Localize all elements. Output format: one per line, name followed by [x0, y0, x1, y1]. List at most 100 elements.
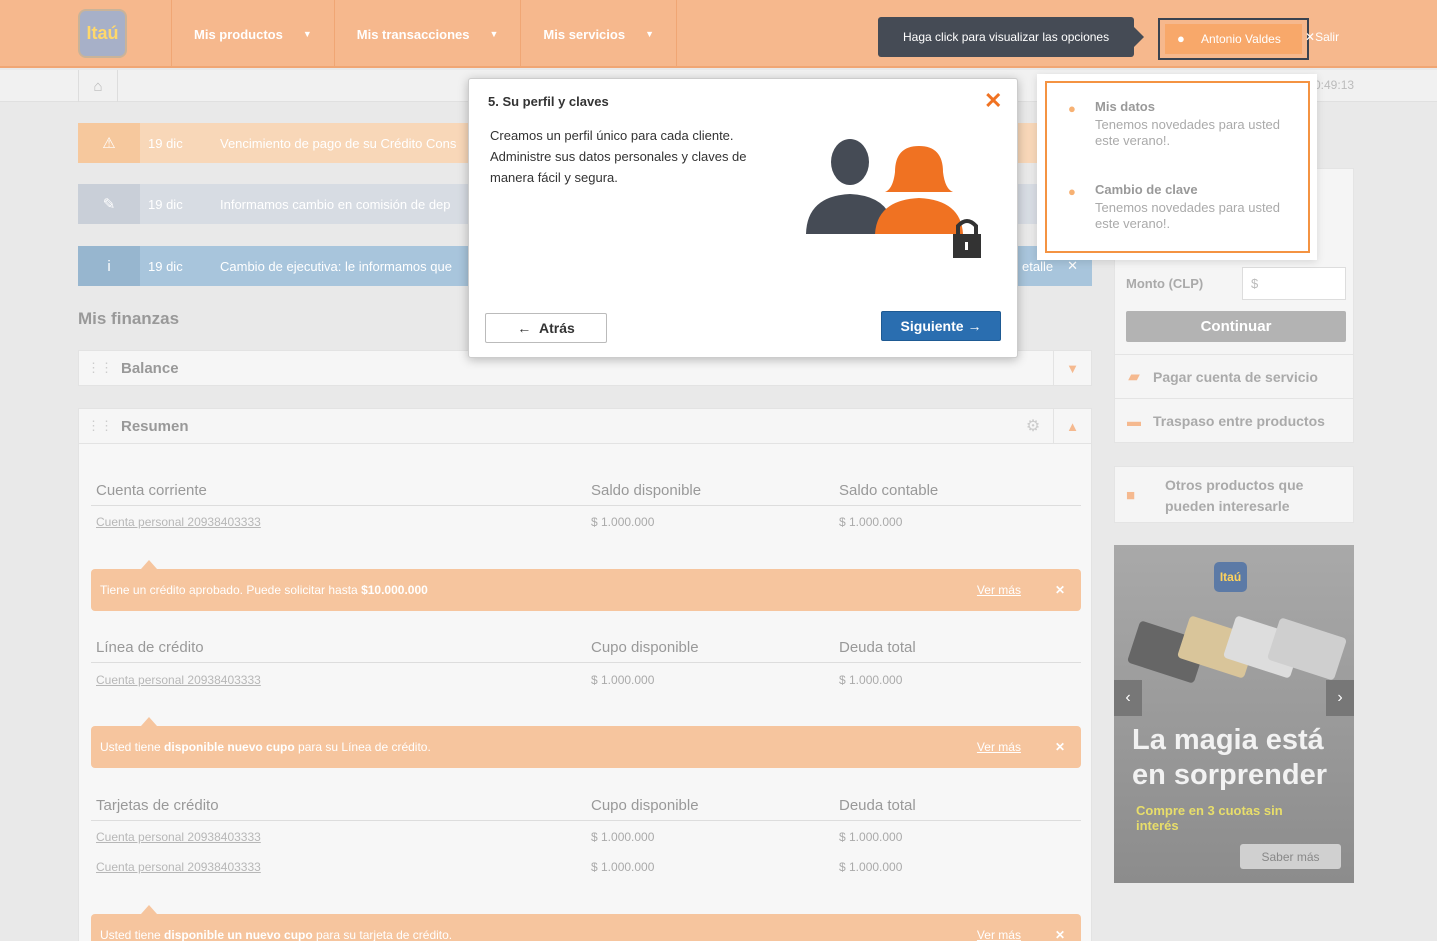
- account-link[interactable]: Cuenta personal 20938403333: [96, 673, 261, 687]
- table-row: Cuenta personal 20938403333 $ 1.000.000 …: [91, 830, 1081, 850]
- arrow-right-icon: →: [963, 318, 982, 334]
- banner-text-bold: disponible nuevo cupo: [164, 740, 295, 754]
- group-header: Cuenta corriente Saldo disponible Saldo …: [91, 482, 1081, 506]
- drag-handle-icon[interactable]: ⋮⋮: [79, 360, 121, 376]
- user-menu-highlight[interactable]: ● Antonio Valdes: [1158, 18, 1309, 60]
- itau-logo[interactable]: Itaú: [78, 9, 127, 58]
- col-header: Cupo disponible: [591, 639, 699, 656]
- close-icon[interactable]: ✕: [1067, 258, 1078, 274]
- chevron-up-icon[interactable]: ▲: [1053, 409, 1091, 443]
- col-header: Deuda total: [839, 797, 916, 814]
- offer-banner: Usted tiene disponible nuevo cupo para s…: [91, 717, 1081, 768]
- continue-button[interactable]: Continuar: [1126, 311, 1346, 342]
- amount: $ 1.000.000: [839, 830, 903, 844]
- col-header: Saldo contable: [839, 482, 939, 499]
- table-row: Cuenta personal 20938403333 $ 1.000.000 …: [91, 515, 1081, 535]
- caret-down-icon: ▼: [489, 29, 499, 39]
- caret-down-icon: ▼: [645, 29, 654, 39]
- user-menu-tooltip: Haga click para visualizar las opciones: [878, 17, 1144, 57]
- group-header: Tarjetas de crédito Cupo disponible Deud…: [91, 797, 1081, 821]
- banner-text-pre: Usted tiene: [100, 740, 165, 754]
- amount: $ 1.000.000: [591, 515, 655, 529]
- back-button[interactable]: ← Atrás: [485, 313, 607, 343]
- banner-text-pre: Usted tiene: [100, 928, 165, 941]
- user-menu-button[interactable]: ● Antonio Valdes: [1165, 24, 1302, 54]
- banner-text-bold: $10.000.000: [361, 583, 428, 597]
- alert-date: 19 dic: [148, 135, 183, 151]
- table-row: Cuenta personal 20938403333 $ 1.000.000 …: [91, 673, 1081, 693]
- amount: $ 1.000.000: [839, 515, 903, 529]
- chevron-right-icon[interactable]: ›: [1326, 680, 1354, 716]
- col-header: Línea de crédito: [96, 639, 204, 656]
- promo-banner[interactable]: Itaú ‹ › La magia está en sorprender Com…: [1114, 545, 1354, 883]
- other-products-link[interactable]: ■ Otros productos que pueden interesarle: [1114, 466, 1354, 523]
- alert-detail-link[interactable]: etalle: [1022, 259, 1053, 274]
- summary-panel: Cuenta corriente Saldo disponible Saldo …: [78, 444, 1092, 941]
- nav-label: Mis servicios: [543, 26, 626, 42]
- alert-date: 19 dic: [148, 196, 183, 212]
- alert-date: 19 dic: [148, 258, 183, 274]
- amount: $ 1.000.000: [591, 673, 655, 687]
- banner-text-post: para su tarjeta de crédito.: [312, 928, 453, 941]
- user-dropdown-menu: ● Mis datos Tenemos novedades para usted…: [1037, 74, 1317, 260]
- nav-mis-servicios[interactable]: Mis servicios ▼: [520, 0, 677, 68]
- ver-mas-link[interactable]: Ver más: [977, 583, 1021, 597]
- modal-title: 5. Su perfil y claves: [488, 94, 609, 109]
- pay-service-link[interactable]: ▰ Pagar cuenta de servicio: [1114, 354, 1354, 399]
- main-nav: Mis productos ▼ Mis transacciones ▼ Mis se…: [171, 0, 677, 68]
- gear-icon[interactable]: ⚙: [1013, 416, 1053, 436]
- close-icon[interactable]: ✕: [1055, 583, 1065, 597]
- ver-mas-link[interactable]: Ver más: [977, 928, 1021, 941]
- account-link[interactable]: Cuenta personal 20938403333: [96, 830, 261, 844]
- top-bar: Itaú Mis productos ▼ Mis transacciones ▼ M…: [0, 0, 1437, 68]
- wallet-icon: ▰: [1128, 368, 1140, 384]
- banner-text-pre: Tiene un crédito aprobado. Puede solicit…: [100, 583, 362, 597]
- nav-mis-transacciones[interactable]: Mis transacciones ▼: [333, 0, 521, 68]
- caret-down-icon: ▼: [302, 29, 312, 39]
- session-timer: 0:49:13: [1314, 78, 1355, 92]
- ver-mas-link[interactable]: Ver más: [977, 740, 1021, 754]
- close-icon[interactable]: ✕: [1055, 740, 1065, 754]
- chevron-down-icon[interactable]: ▼: [1053, 351, 1091, 385]
- amount: $ 1.000.000: [591, 860, 655, 874]
- nav-mis-productos[interactable]: Mis productos ▼: [171, 0, 334, 68]
- logout-link[interactable]: ✕Salir: [1305, 30, 1339, 44]
- link-label: Pagar cuenta de servicio: [1153, 368, 1318, 385]
- banner-text: Usted tiene disponible nuevo cupo para s…: [100, 740, 977, 754]
- menu-item-title: Mis datos: [1095, 99, 1155, 114]
- panel-resumen[interactable]: ⋮⋮ Resumen ⚙ ▲: [78, 408, 1092, 444]
- col-header: Cuenta corriente: [96, 482, 207, 499]
- card-icon: ▬: [1127, 412, 1141, 429]
- offer-banner: Tiene un crédito aprobado. Puede solicit…: [91, 560, 1081, 611]
- close-icon[interactable]: ✕: [984, 88, 1002, 114]
- panel-title: Balance: [121, 359, 179, 377]
- warning-icon: ⚠: [78, 123, 140, 163]
- tour-modal: 5. Su perfil y claves ✕ Creamos un perfi…: [468, 78, 1018, 358]
- user-icon: ●: [1068, 101, 1076, 116]
- close-icon: ✕: [1305, 30, 1316, 44]
- close-icon[interactable]: ✕: [1055, 928, 1065, 941]
- chevron-left-icon[interactable]: ‹: [1114, 680, 1142, 716]
- promo-headline: La magia está en sorprender: [1132, 724, 1327, 791]
- saber-mas-button[interactable]: Saber más: [1240, 844, 1341, 869]
- logout-label: Salir: [1315, 30, 1340, 44]
- menu-item-title: Cambio de clave: [1095, 182, 1198, 197]
- next-button[interactable]: Siguiente →: [881, 311, 1001, 341]
- account-link[interactable]: Cuenta personal 20938403333: [96, 515, 261, 529]
- col-header: Tarjetas de crédito: [96, 797, 219, 814]
- home-icon[interactable]: ⌂: [78, 70, 118, 102]
- monto-input[interactable]: $: [1242, 267, 1346, 300]
- drag-handle-icon[interactable]: ⋮⋮: [79, 418, 121, 434]
- info-icon: i: [78, 246, 140, 286]
- amount: $ 1.000.000: [839, 860, 903, 874]
- nav-label: Mis productos: [194, 26, 283, 42]
- offer-banner: Usted tiene disponible un nuevo cupo par…: [91, 905, 1081, 941]
- arrow-left-icon: ←: [517, 320, 539, 336]
- next-label: Siguiente: [900, 318, 964, 334]
- account-link[interactable]: Cuenta personal 20938403333: [96, 860, 261, 874]
- back-label: Atrás: [538, 320, 575, 336]
- table-row: Cuenta personal 20938403333 $ 1.000.000 …: [91, 860, 1081, 880]
- banner-text: Tiene un crédito aprobado. Puede solicit…: [100, 583, 977, 597]
- transfer-link[interactable]: ▬ Traspaso entre productos: [1114, 398, 1354, 443]
- col-header: Deuda total: [839, 639, 916, 656]
